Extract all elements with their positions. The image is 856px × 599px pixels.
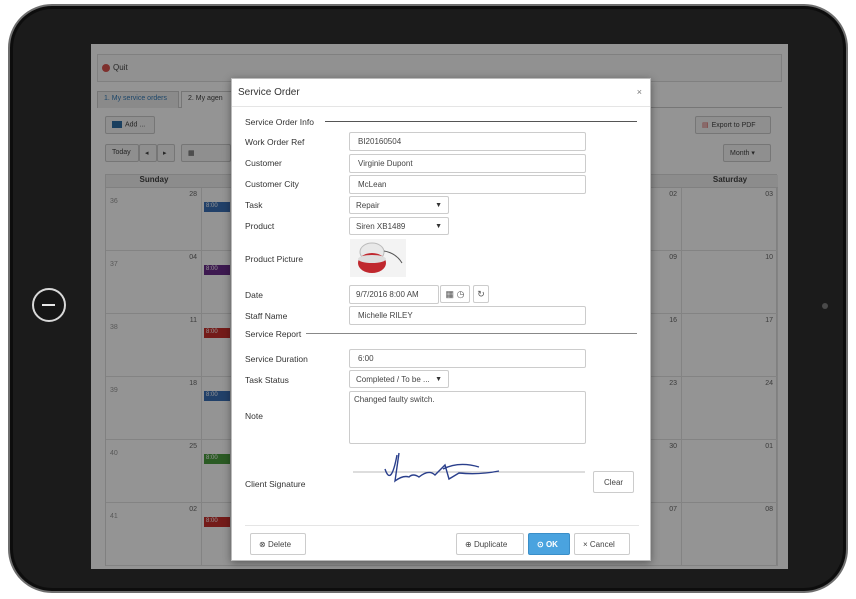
- section-service-order-info: Service Order Info: [245, 117, 314, 127]
- plus-circle-icon: ⊕: [465, 540, 472, 549]
- cancel-label: Cancel: [589, 540, 615, 549]
- chevron-down-icon: ▼: [435, 376, 442, 383]
- duplicate-button[interactable]: ⊕ Duplicate: [456, 533, 524, 555]
- task-status-select[interactable]: Completed / To be ... ▼: [349, 370, 449, 388]
- clock-icon: ◷: [456, 289, 465, 299]
- task-status-value: Completed / To be ...: [356, 375, 430, 384]
- home-button[interactable]: [32, 288, 66, 322]
- delete-icon: ⊗: [259, 540, 266, 549]
- section-divider: [306, 333, 637, 334]
- customer-city-input[interactable]: McLean: [349, 175, 586, 194]
- staff-name-label: Staff Name: [245, 311, 288, 321]
- section-divider: [325, 121, 637, 122]
- product-value: Siren XB1489: [356, 222, 406, 231]
- close-icon: ×: [583, 540, 588, 549]
- service-order-dialog: Service Order × Service Order Info Work …: [231, 78, 651, 561]
- chevron-down-icon: ▼: [435, 202, 442, 209]
- service-duration-label: Service Duration: [245, 354, 308, 364]
- client-signature-label: Client Signature: [245, 479, 306, 489]
- staff-name-input[interactable]: Michelle RILEY: [349, 306, 586, 325]
- note-textarea[interactable]: Changed faulty switch.: [349, 391, 586, 444]
- product-label: Product: [245, 221, 275, 231]
- product-select[interactable]: Siren XB1489 ▼: [349, 217, 449, 235]
- tablet-frame: Quit 1. My service orders 2. My agen Add…: [8, 4, 848, 593]
- refresh-date-button[interactable]: ↻: [473, 285, 489, 303]
- check-circle-icon: ⊙: [537, 540, 544, 549]
- customer-city-label: Customer City: [245, 179, 299, 189]
- cancel-button[interactable]: × Cancel: [574, 533, 630, 555]
- date-label: Date: [245, 290, 263, 300]
- siren-image: [358, 242, 403, 273]
- ok-button[interactable]: ⊙ OK: [528, 533, 570, 555]
- duplicate-label: Duplicate: [473, 540, 508, 549]
- section-service-report: Service Report: [245, 329, 302, 339]
- calendar-icon: ▦: [445, 289, 455, 299]
- ok-label: OK: [545, 540, 558, 549]
- signature-drawing: [353, 452, 585, 483]
- customer-input[interactable]: Virginie Dupont: [349, 154, 586, 173]
- date-input[interactable]: 9/7/2016 8:00 AM: [349, 285, 439, 304]
- dialog-title: Service Order: [238, 87, 300, 98]
- customer-label: Customer: [245, 158, 282, 168]
- delete-label: Delete: [267, 540, 292, 549]
- task-value: Repair: [356, 201, 380, 210]
- delete-button[interactable]: ⊗ Delete: [250, 533, 306, 555]
- refresh-icon: ↻: [477, 289, 485, 299]
- task-select[interactable]: Repair ▼: [349, 196, 449, 214]
- app-screen: Quit 1. My service orders 2. My agen Add…: [91, 44, 788, 569]
- date-picker-button[interactable]: ▦ ◷: [440, 285, 470, 303]
- title-divider: [232, 106, 650, 107]
- service-duration-input[interactable]: 6:00: [349, 349, 586, 368]
- clear-signature-button[interactable]: Clear: [593, 471, 634, 493]
- work-order-ref-input[interactable]: BI20160504: [349, 132, 586, 151]
- close-icon[interactable]: ×: [637, 87, 642, 97]
- task-status-label: Task Status: [245, 375, 289, 385]
- note-text: Changed faulty switch.: [354, 395, 435, 404]
- work-order-ref-label: Work Order Ref: [245, 137, 305, 147]
- camera-dot: [822, 303, 828, 309]
- signature-pad[interactable]: [349, 447, 589, 487]
- note-label: Note: [245, 411, 263, 421]
- product-picture-label: Product Picture: [245, 254, 304, 264]
- footer-divider: [245, 525, 639, 526]
- task-label: Task: [245, 200, 263, 210]
- product-picture: [350, 239, 406, 277]
- chevron-down-icon: ▼: [435, 223, 442, 230]
